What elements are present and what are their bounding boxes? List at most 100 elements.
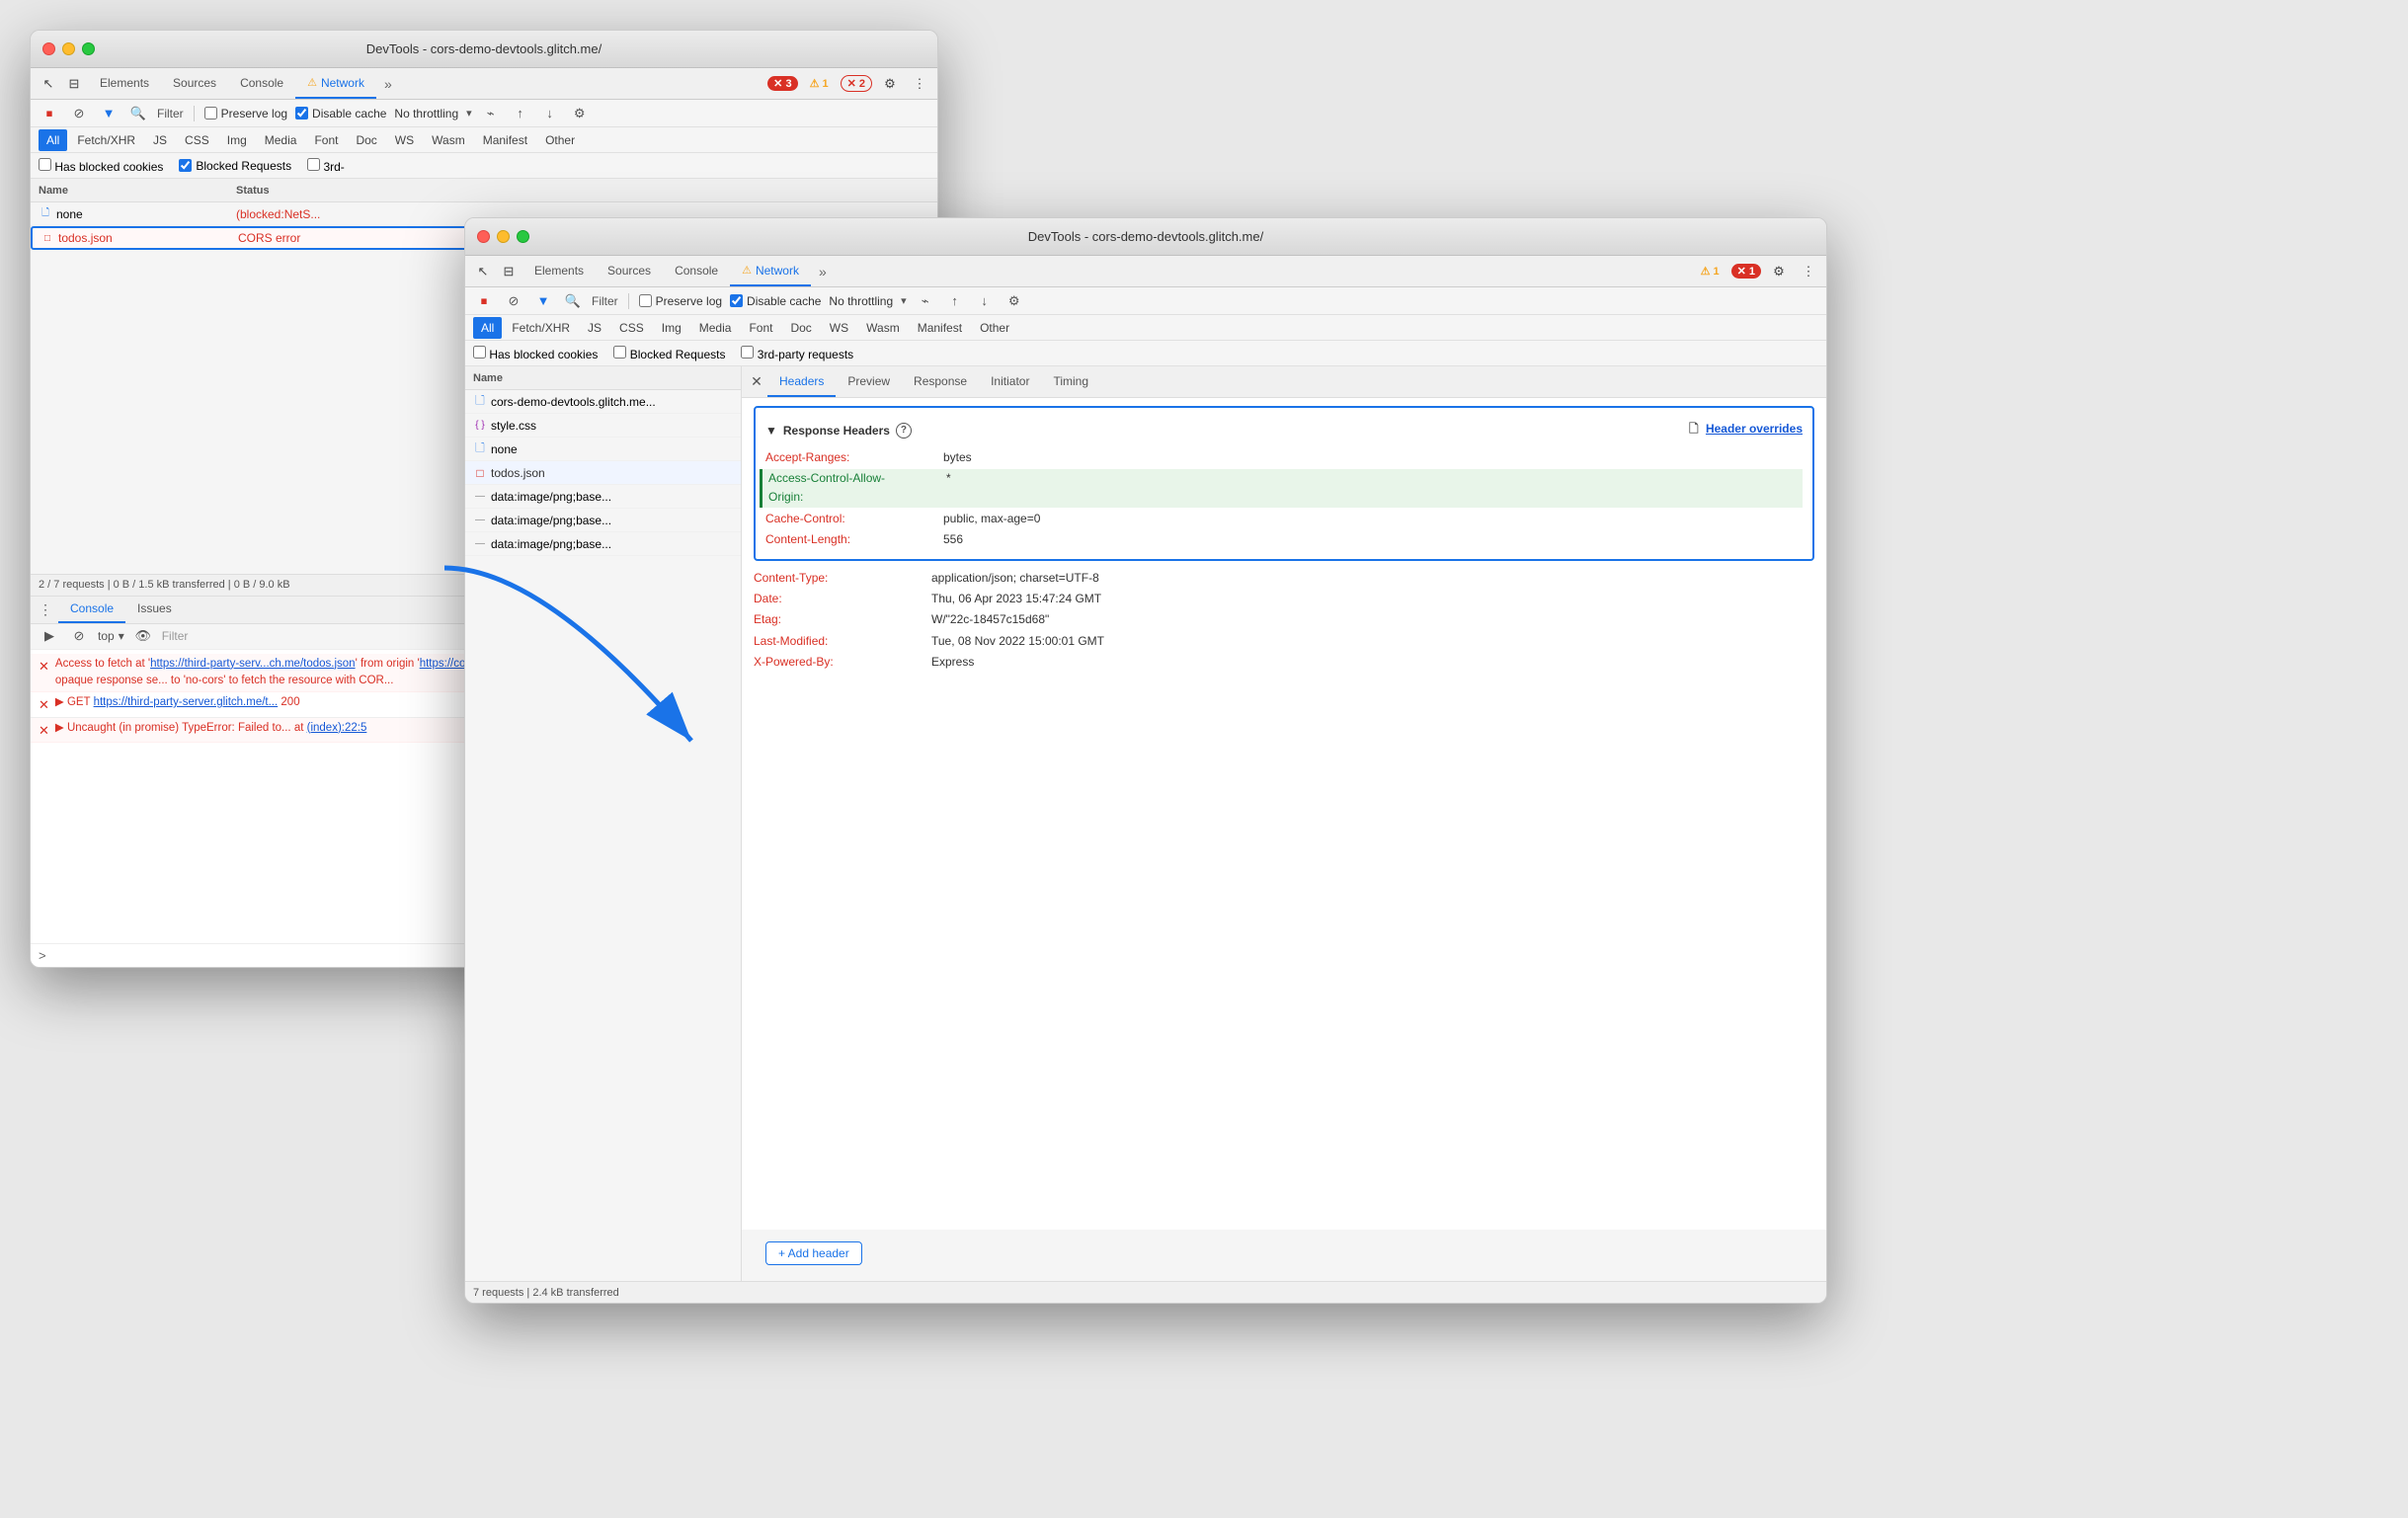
stop-btn-2[interactable]: ⏹ [473, 290, 495, 312]
maximize-button-1[interactable] [82, 42, 95, 55]
throttle-arrow-2[interactable]: ▾ [901, 294, 907, 307]
has-blocked-label-1[interactable]: Has blocked cookies [39, 158, 163, 174]
type-font-2[interactable]: Font [741, 317, 780, 339]
request-row-cors-demo-2[interactable]: 🗋 cors-demo-devtools.glitch.me... [465, 390, 741, 414]
minimize-button-2[interactable] [497, 230, 510, 243]
third-party-label-2[interactable]: 3rd-party requests [741, 346, 853, 361]
console-eye-btn-1[interactable]: 👁 [132, 625, 154, 647]
close-button-2[interactable] [477, 230, 490, 243]
throttle-arrow-1[interactable]: ▾ [466, 107, 472, 120]
preserve-log-cb-2[interactable] [639, 294, 652, 307]
type-ws-1[interactable]: WS [387, 129, 422, 151]
preserve-log-cb-1[interactable] [204, 107, 217, 120]
tab-sources-2[interactable]: Sources [596, 256, 663, 286]
type-js-1[interactable]: JS [145, 129, 175, 151]
download-icon-1[interactable]: ↓ [539, 103, 561, 124]
type-all-1[interactable]: All [39, 129, 67, 151]
has-blocked-cb-1[interactable] [39, 158, 51, 171]
tab-elements-1[interactable]: Elements [88, 68, 161, 99]
search-btn-2[interactable]: 🔍 [562, 290, 584, 312]
cursor-icon-2[interactable]: ↖ [471, 260, 495, 283]
console-expand-btn-1[interactable]: ▶ [39, 625, 60, 647]
search-btn-1[interactable]: 🔍 [127, 103, 149, 124]
gear-icon-2[interactable]: ⚙ [1767, 260, 1791, 283]
has-blocked-label-2[interactable]: Has blocked cookies [473, 346, 598, 361]
help-icon-2[interactable]: ? [896, 423, 912, 439]
settings-icon-1[interactable]: ⚙ [569, 103, 591, 124]
tab-sources-1[interactable]: Sources [161, 68, 228, 99]
console-tab-console-1[interactable]: Console [58, 596, 125, 623]
preserve-log-label-1[interactable]: Preserve log [204, 107, 287, 120]
wifi-icon-2[interactable]: ⌁ [915, 290, 936, 312]
gear-icon-1[interactable]: ⚙ [878, 72, 902, 96]
console-clear-btn-1[interactable]: ⊘ [68, 625, 90, 647]
more-icon-2[interactable]: ⋮ [1797, 260, 1820, 283]
header-overrides-link-2[interactable]: Header overrides [1706, 422, 1803, 436]
close-button-1[interactable] [42, 42, 55, 55]
request-row-data3-2[interactable]: — data:image/png;base... [465, 532, 741, 556]
clear-btn-2[interactable]: ⊘ [503, 290, 524, 312]
console-tab-issues-1[interactable]: Issues [125, 596, 184, 623]
blocked-requests-cb-1[interactable] [179, 159, 192, 172]
type-fetch-1[interactable]: Fetch/XHR [69, 129, 143, 151]
minimize-button-1[interactable] [62, 42, 75, 55]
funnel-btn-2[interactable]: ▼ [532, 290, 554, 312]
index-link-1[interactable]: (index):22:5 [307, 722, 367, 734]
type-css-2[interactable]: CSS [611, 317, 652, 339]
blocked-requests-cb-2[interactable] [613, 346, 626, 359]
type-media-2[interactable]: Media [691, 317, 740, 339]
type-css-1[interactable]: CSS [177, 129, 217, 151]
third-party-cb-1[interactable] [307, 158, 320, 171]
download-icon-2[interactable]: ↓ [974, 290, 996, 312]
type-img-2[interactable]: Img [654, 317, 689, 339]
cors-link-1[interactable]: https://third-party-serv...ch.me/todos.j… [150, 658, 356, 670]
blocked-requests-label-1[interactable]: Blocked Requests [179, 159, 291, 173]
clear-btn-1[interactable]: ⊘ [68, 103, 90, 124]
detail-tab-preview-2[interactable]: Preview [836, 366, 902, 397]
type-wasm-1[interactable]: Wasm [424, 129, 473, 151]
maximize-button-2[interactable] [517, 230, 529, 243]
detail-tab-initiator-2[interactable]: Initiator [979, 366, 1041, 397]
type-ws-2[interactable]: WS [822, 317, 856, 339]
disable-cache-label-1[interactable]: Disable cache [295, 107, 386, 120]
type-wasm-2[interactable]: Wasm [858, 317, 908, 339]
add-header-btn-2[interactable]: + Add header [765, 1241, 862, 1265]
upload-icon-1[interactable]: ↑ [510, 103, 531, 124]
type-fetch-2[interactable]: Fetch/XHR [504, 317, 578, 339]
blocked-requests-label-2[interactable]: Blocked Requests [613, 346, 725, 361]
get-link-1[interactable]: https://third-party-server.glitch.me/t..… [94, 696, 279, 708]
stop-btn-1[interactable]: ⏹ [39, 103, 60, 124]
detail-tab-response-2[interactable]: Response [902, 366, 979, 397]
third-party-label-1[interactable]: 3rd- [307, 158, 345, 174]
type-other-1[interactable]: Other [537, 129, 583, 151]
tab-network-1[interactable]: ⚠ Network [295, 68, 376, 99]
disable-cache-cb-1[interactable] [295, 107, 308, 120]
tab-more-2[interactable]: » [811, 264, 835, 280]
more-icon-1[interactable]: ⋮ [908, 72, 931, 96]
tab-network-2[interactable]: ⚠ Network [730, 256, 811, 286]
close-detail-btn-2[interactable]: ✕ [746, 371, 767, 393]
layers-icon-2[interactable]: ⊟ [497, 260, 521, 283]
request-row-style-2[interactable]: { } style.css [465, 414, 741, 438]
wifi-icon-1[interactable]: ⌁ [480, 103, 502, 124]
collapse-arrow-2[interactable]: ▼ [765, 424, 777, 438]
type-manifest-1[interactable]: Manifest [475, 129, 535, 151]
disable-cache-label-2[interactable]: Disable cache [730, 294, 821, 308]
type-doc-1[interactable]: Doc [348, 129, 384, 151]
has-blocked-cb-2[interactable] [473, 346, 486, 359]
type-media-1[interactable]: Media [257, 129, 305, 151]
tab-elements-2[interactable]: Elements [522, 256, 596, 286]
funnel-btn-1[interactable]: ▼ [98, 103, 120, 124]
type-doc-2[interactable]: Doc [782, 317, 819, 339]
upload-icon-2[interactable]: ↑ [944, 290, 966, 312]
layers-icon[interactable]: ⊟ [62, 72, 86, 96]
detail-tab-headers-2[interactable]: Headers [767, 366, 836, 397]
request-row-none-2[interactable]: 🗋 none [465, 438, 741, 461]
type-font-1[interactable]: Font [306, 129, 346, 151]
tab-console-1[interactable]: Console [228, 68, 295, 99]
type-img-1[interactable]: Img [219, 129, 255, 151]
type-manifest-2[interactable]: Manifest [910, 317, 970, 339]
type-other-2[interactable]: Other [972, 317, 1017, 339]
tab-console-2[interactable]: Console [663, 256, 730, 286]
top-selector-1[interactable]: top ▾ [98, 629, 124, 643]
